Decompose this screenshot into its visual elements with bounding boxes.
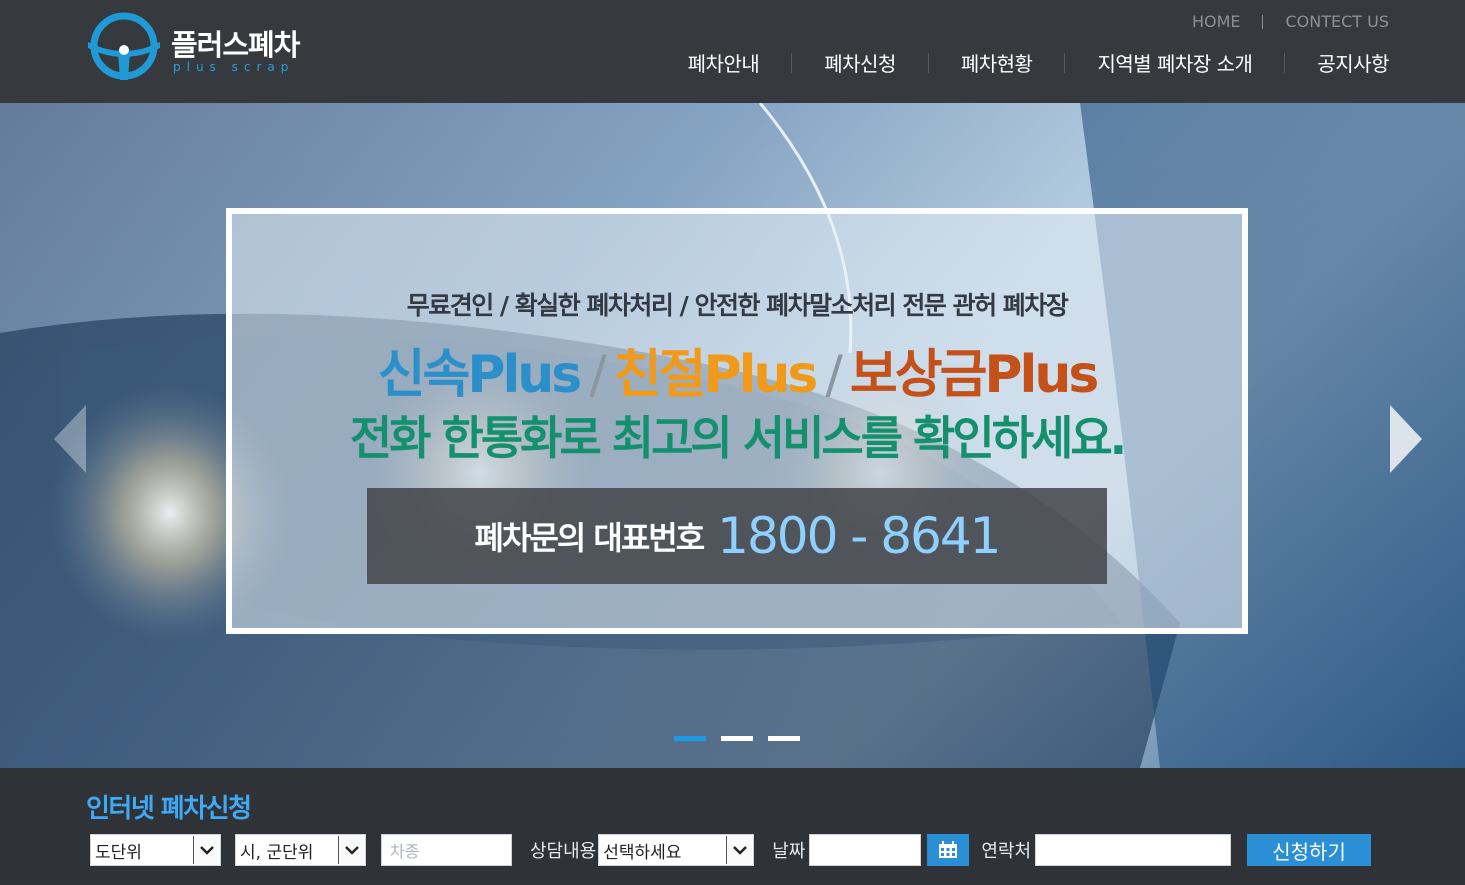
nav-item-regional-yards[interactable]: 지역별 폐차장 소개 xyxy=(1097,48,1252,77)
banner-headline: 전화 한통화로 최고의 서비스를 확인하세요. xyxy=(349,411,1127,465)
slide-dot-2[interactable] xyxy=(721,736,753,741)
nav-item-scrap-guide[interactable]: 폐차안내 xyxy=(688,48,760,77)
province-select[interactable]: 도단위 xyxy=(90,834,221,866)
chevron-down-icon xyxy=(193,836,219,864)
car-type-placeholder: 차종 xyxy=(390,842,420,861)
utility-links: HOME CONTECT US xyxy=(1192,12,1389,31)
nav-divider xyxy=(1284,52,1286,73)
calendar-button[interactable] xyxy=(927,834,970,866)
phone-box: 폐차문의 대표번호 1800 - 8641 xyxy=(367,488,1107,584)
promo-banner: 무료견인 / 확실한 폐차처리 / 안전한 폐차말소처리 전문 관허 폐차장 신… xyxy=(226,208,1248,634)
hero-slider: 무료견인 / 확실한 폐차처리 / 안전한 폐차말소처리 전문 관허 폐차장 신… xyxy=(0,103,1465,768)
prev-slide-arrow-icon[interactable] xyxy=(50,403,90,475)
application-title: 인터넷 폐차신청 xyxy=(86,794,252,824)
home-link[interactable]: HOME xyxy=(1192,12,1241,31)
slide-dot-3[interactable] xyxy=(768,736,800,741)
internet-scrap-application: 인터넷 폐차신청 도단위 시, 군단위 차종 상담내용 선택하세요 날짜 연락처… xyxy=(0,768,1465,885)
slogan-separator: / xyxy=(589,345,606,405)
contact-input[interactable] xyxy=(1035,834,1232,866)
city-select[interactable]: 시, 군단위 xyxy=(235,834,366,866)
nav-item-scrap-status[interactable]: 폐차현황 xyxy=(961,48,1033,77)
submit-application-button[interactable]: 신청하기 xyxy=(1247,834,1372,866)
util-divider xyxy=(1262,14,1264,29)
chevron-down-icon xyxy=(726,836,753,864)
phone-number: 1800 - 8641 xyxy=(717,507,1001,565)
nav-divider xyxy=(927,52,929,73)
consult-select[interactable]: 선택하세요 xyxy=(598,834,755,866)
date-input[interactable] xyxy=(809,834,922,866)
slogan-compensation: 보상금Plus xyxy=(849,345,1099,405)
site-logo[interactable]: 플러스폐차 plus scrap xyxy=(86,12,316,86)
next-slide-arrow-icon[interactable] xyxy=(1386,403,1426,475)
slogan-kindness: 친절Plus xyxy=(613,345,819,405)
city-select-value: 시, 군단위 xyxy=(240,842,314,863)
consult-label: 상담내용 xyxy=(530,841,597,862)
slogan-speed: 신속Plus xyxy=(377,345,583,405)
province-select-value: 도단위 xyxy=(95,842,142,863)
nav-divider xyxy=(1064,52,1066,73)
chevron-down-icon xyxy=(338,836,364,864)
contact-label: 연락처 xyxy=(981,841,1032,862)
slide-indicators xyxy=(674,736,800,741)
slogan-separator: / xyxy=(825,345,842,405)
calendar-icon xyxy=(939,841,958,858)
car-type-input[interactable]: 차종 xyxy=(381,834,512,866)
nav-item-scrap-apply[interactable]: 폐차신청 xyxy=(824,48,896,77)
banner-slogan: 신속Plus / 친절Plus / 보상금Plus xyxy=(232,332,1242,407)
steering-wheel-logo-icon xyxy=(88,12,160,80)
banner-tagline: 무료견인 / 확실한 폐차처리 / 안전한 폐차말소처리 전문 관허 폐차장 xyxy=(406,291,1069,320)
consult-select-value: 선택하세요 xyxy=(603,842,682,863)
phone-label: 폐차문의 대표번호 xyxy=(474,519,706,557)
nav-item-notices[interactable]: 공지사항 xyxy=(1317,48,1389,77)
site-header: 플러스폐차 plus scrap HOME CONTECT US 폐차안내 폐차… xyxy=(0,0,1465,103)
contact-us-link[interactable]: CONTECT US xyxy=(1285,12,1389,31)
main-nav: 폐차안내 폐차신청 폐차현황 지역별 폐차장 소개 공지사항 xyxy=(688,48,1390,77)
slide-dot-1[interactable] xyxy=(674,736,706,741)
logo-title: 플러스폐차 xyxy=(171,28,300,62)
date-label: 날짜 xyxy=(772,841,806,862)
logo-subtitle: plus scrap xyxy=(173,60,295,74)
application-form: 도단위 시, 군단위 차종 상담내용 선택하세요 날짜 연락처 신청하기 xyxy=(90,834,1372,866)
nav-divider xyxy=(791,52,793,73)
